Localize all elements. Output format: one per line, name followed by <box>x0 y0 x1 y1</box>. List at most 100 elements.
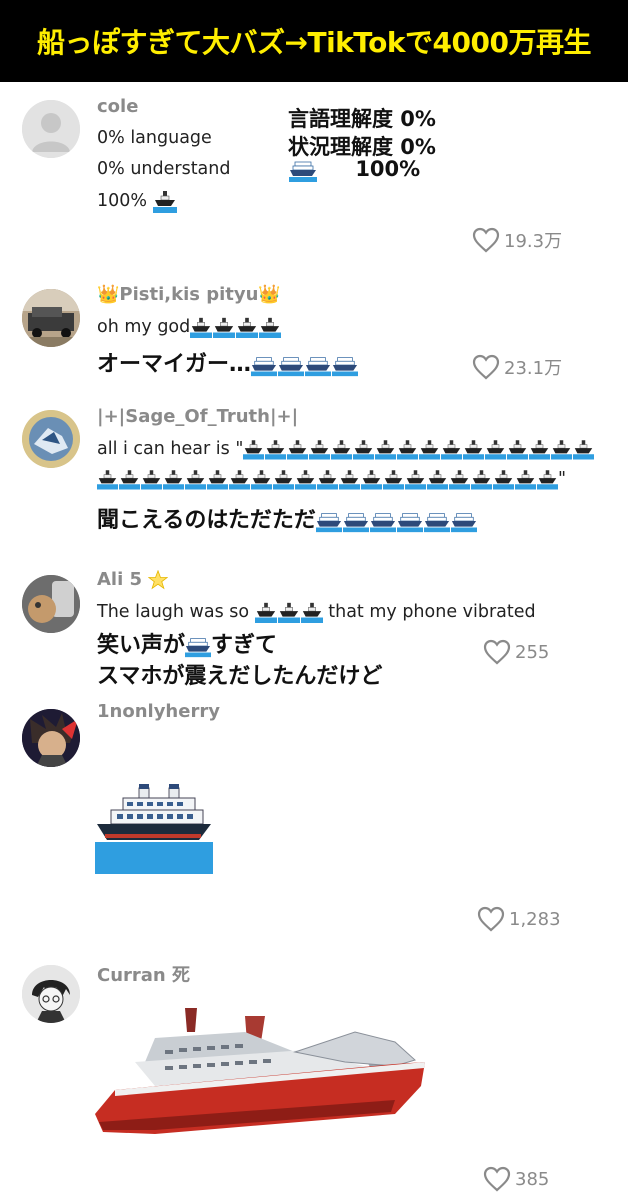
comment-text: 100% <box>97 189 177 213</box>
comment-username[interactable]: Ali 5 <box>97 569 169 590</box>
like-button[interactable]: 1,283 <box>477 906 561 932</box>
ship-emoji-icon <box>449 468 470 490</box>
comment-pisti: 👑Pisti,kis pityu👑 oh my god オーマイガー… 23.1… <box>0 280 628 390</box>
comment-text: 0% language <box>97 128 212 148</box>
passenger-ship-emoji-icon <box>251 353 277 377</box>
ship-emoji-icon <box>507 438 528 460</box>
ship-emoji-icon <box>339 468 360 490</box>
title-banner: 船っぽすぎて大バズ→TikTokで4000万再生 <box>0 0 628 82</box>
passenger-ship-emoji-icon <box>185 634 211 658</box>
ship-emoji-icon <box>551 438 572 460</box>
like-count: 255 <box>515 641 550 663</box>
passenger-ship-emoji-icon <box>278 353 304 377</box>
ship-emoji-icon <box>515 468 536 490</box>
jp-translation-text: 笑い声が <box>97 633 186 658</box>
ship-emoji-row <box>243 438 594 460</box>
heart-outline-icon <box>477 906 505 932</box>
comment-text-body: oh my god <box>97 317 191 337</box>
ship-emoji-icon <box>243 438 264 460</box>
ship-emoji-row <box>255 601 323 623</box>
ship-emoji-icon <box>255 601 277 623</box>
comment-text-percent: 100% <box>97 191 148 211</box>
ship-emoji-icon <box>463 438 484 460</box>
jp-translation: 100% <box>288 157 420 182</box>
avatar[interactable] <box>22 575 80 633</box>
comment-text: 0% understand <box>97 159 231 179</box>
comment-curran: Curran 死 385 <box>0 960 628 1200</box>
heart-outline-icon <box>483 1166 511 1192</box>
jp-translation-text: すぎて <box>211 633 278 658</box>
ship-emoji-icon <box>405 468 426 490</box>
passenger-ship-sticker <box>95 784 213 874</box>
passenger-ship-emoji-icon <box>397 509 423 533</box>
passenger-ship-emoji-icon <box>288 158 318 182</box>
comment-username-text: Ali 5 <box>97 569 143 590</box>
comment-text: oh my god <box>97 316 281 338</box>
comment-text-body: The laugh was so <box>97 602 250 622</box>
comment-username[interactable]: Curran 死 <box>97 961 190 987</box>
passenger-ship-emoji-icon <box>343 509 369 533</box>
avatar[interactable] <box>22 289 80 347</box>
ship-emoji-icon <box>185 468 206 490</box>
comment-1nonlyherry: 1nonlyherry 1,283 <box>0 700 628 950</box>
avatar-photo <box>22 289 80 347</box>
ship-emoji-icon <box>295 468 316 490</box>
heart-outline-icon <box>472 227 500 253</box>
like-button[interactable]: 255 <box>483 639 549 665</box>
ship-emoji-icon <box>441 438 462 460</box>
comment-username[interactable]: 1nonlyherry <box>97 701 220 722</box>
like-count: 385 <box>515 1168 550 1190</box>
ship-emoji-icon <box>265 438 286 460</box>
ship-emoji-icon <box>287 438 308 460</box>
avatar[interactable] <box>22 100 80 158</box>
comment-username[interactable]: |+|Sage_Of_Truth|+| <box>97 406 298 427</box>
avatar[interactable] <box>22 965 80 1023</box>
ship-emoji-icon <box>427 468 448 490</box>
comment-text: all i can hear is " <box>97 438 594 460</box>
jp-translation: 聞こえるのはただただ <box>97 502 477 534</box>
jp-translation: スマホが震えだしたんだけど <box>97 664 383 689</box>
ship-emoji-icon <box>251 468 272 490</box>
ship-emoji-icon <box>236 316 258 338</box>
ship-emoji-icon <box>229 468 250 490</box>
passenger-ship-emoji-icon <box>305 353 331 377</box>
ship-emoji-icon <box>119 468 140 490</box>
avatar-photo <box>22 709 80 767</box>
heart-outline-icon <box>483 639 511 665</box>
avatar[interactable] <box>22 410 80 468</box>
ship-emoji-icon <box>259 316 281 338</box>
heart-outline-icon <box>472 354 500 380</box>
avatar-photo <box>22 575 80 633</box>
avatar[interactable] <box>22 709 80 767</box>
ship-emoji-icon <box>331 438 352 460</box>
ship-emoji-row <box>190 316 281 338</box>
like-count: 19.3万 <box>504 231 563 252</box>
jp-translation-text: 聞こえるのはただただ <box>97 508 316 533</box>
like-button[interactable]: 19.3万 <box>472 227 562 253</box>
comment-text: The laugh was so that my phone vibrated <box>97 601 536 623</box>
ship-emoji-icon <box>213 316 235 338</box>
ship-emoji-icon <box>573 438 594 460</box>
ship-emoji-icon <box>383 468 404 490</box>
ship-emoji-row <box>97 468 558 490</box>
ship-emoji-icon <box>207 468 228 490</box>
comment-username[interactable]: 👑Pisti,kis pityu👑 <box>97 284 281 305</box>
comment-cole: cole 0% language 0% understand 100% 言語理解… <box>0 95 628 265</box>
like-button[interactable]: 385 <box>483 1166 549 1192</box>
page-title: 船っぽすぎて大バズ→TikTokで4000万再生 <box>37 26 591 59</box>
avatar-photo <box>22 410 80 468</box>
comment-text: " <box>97 468 566 490</box>
ship-emoji-icon <box>309 438 330 460</box>
jp-translation: 言語理解度 0% <box>288 107 436 131</box>
ship-emoji-icon <box>493 468 514 490</box>
like-button[interactable]: 23.1万 <box>472 354 562 380</box>
ship-emoji-icon <box>190 316 212 338</box>
ship-emoji-icon <box>529 438 550 460</box>
comment-username[interactable]: cole <box>97 96 138 117</box>
passenger-ship-emoji-icon <box>332 353 358 377</box>
ship-emoji-icon <box>317 468 338 490</box>
like-count: 1,283 <box>509 908 561 930</box>
ship-emoji-icon <box>485 438 506 460</box>
passenger-ship-emoji-icon <box>424 509 450 533</box>
ship-emoji-icon <box>301 601 323 623</box>
